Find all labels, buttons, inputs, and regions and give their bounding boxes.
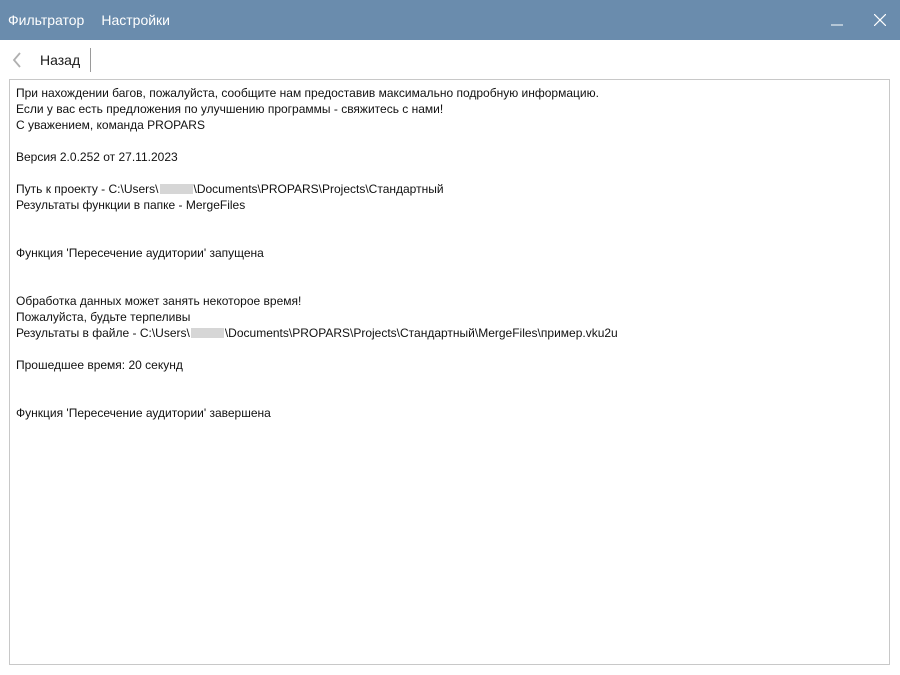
log-line-text: Пожалуйста, будьте терпеливы [16,310,191,324]
back-label[interactable]: Назад [40,52,80,68]
menu-settings[interactable]: Настройки [93,0,178,40]
log-line: Путь к проекту - C:\Users\ \Documents\PRO… [16,181,883,197]
minimize-icon [831,24,843,26]
log-line-text: \Documents\PROPARS\Projects\Стандартный\… [224,326,618,340]
log-line: Результаты в файле - C:\Users\ \Documents… [16,325,883,341]
log-line-text: Обработка данных может занять некоторое … [16,294,302,308]
log-line: Обработка данных может занять некоторое … [16,293,883,309]
log-line-text: При нахождении багов, пожалуйста, сообщи… [16,86,599,100]
log-line: Версия 2.0.252 от 27.11.2023 [16,149,883,165]
log-line-text: Результаты в файле - C:\Users\ [16,326,190,340]
log-line-text: Путь к проекту - C:\Users\ [16,182,159,196]
log-line-text: Прошедшее время: 20 секунд [16,358,183,372]
close-button[interactable] [860,0,900,40]
toolbar-divider [90,48,92,72]
minimize-button[interactable] [814,0,860,40]
log-line-text: \Documents\PROPARS\Projects\Стандартный [193,182,444,196]
chevron-left-icon [12,52,21,68]
redacted-username [159,184,193,194]
log-line: Функция 'Пересечение аудитории' запущена [16,245,883,261]
log-line-text: Если у вас есть предложения по улучшению… [16,102,444,116]
log-line-text: Результаты функции в папке - MergeFiles [16,198,246,212]
log-line-text: Функция 'Пересечение аудитории' завершен… [16,406,271,420]
toolbar: Назад [0,40,900,80]
log-line: Результаты функции в папке - MergeFiles [16,197,883,213]
window-controls [814,0,900,40]
log-line: При нахождении багов, пожалуйста, сообщи… [16,85,883,101]
redacted-username [190,328,224,338]
log-line: С уважением, команда PROPARS [16,117,883,133]
log-line: Функция 'Пересечение аудитории' завершен… [16,405,883,421]
log-output[interactable]: При нахождении багов, пожалуйста, сообщи… [9,79,890,665]
log-line-text: Версия 2.0.252 от 27.11.2023 [16,150,178,164]
log-line: Пожалуйста, будьте терпеливы [16,309,883,325]
menu-filtrator[interactable]: Фильтратор [0,0,93,40]
back-button[interactable] [2,40,32,80]
title-bar: Фильтратор Настройки [0,0,900,40]
log-line: Если у вас есть предложения по улучшению… [16,101,883,117]
log-line-text: Функция 'Пересечение аудитории' запущена [16,246,264,260]
log-line: Прошедшее время: 20 секунд [16,357,883,373]
log-line-text: С уважением, команда PROPARS [16,118,205,132]
close-icon [874,14,886,26]
